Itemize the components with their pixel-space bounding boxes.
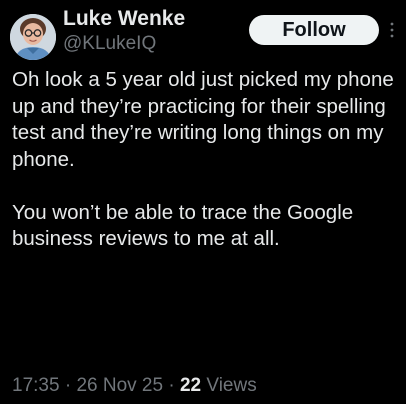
meta-separator: ·: [168, 375, 175, 396]
follow-button[interactable]: Follow: [249, 15, 379, 45]
views-count[interactable]: 22: [180, 375, 201, 396]
post-header: Luke Wenke @KLukeIQ Follow: [8, 4, 398, 62]
post-date[interactable]: 26 Nov 25: [76, 375, 163, 396]
views-label: Views: [206, 375, 257, 396]
person-avatar-icon[interactable]: [10, 14, 56, 60]
post-time[interactable]: 17:35: [12, 375, 60, 396]
post-meta: 17:35 · 26 Nov 25 · 22 Views: [12, 374, 257, 398]
author-handle[interactable]: @KLukeIQ: [63, 32, 185, 56]
post-card: Luke Wenke @KLukeIQ Follow Oh look a 5 y…: [0, 0, 406, 404]
author-names: Luke Wenke @KLukeIQ: [63, 6, 185, 56]
meta-separator: ·: [64, 375, 72, 396]
more-vertical-icon[interactable]: [386, 18, 398, 42]
author-display-name[interactable]: Luke Wenke: [63, 6, 185, 32]
post-text: Oh look a 5 year old just picked my phon…: [12, 68, 394, 250]
